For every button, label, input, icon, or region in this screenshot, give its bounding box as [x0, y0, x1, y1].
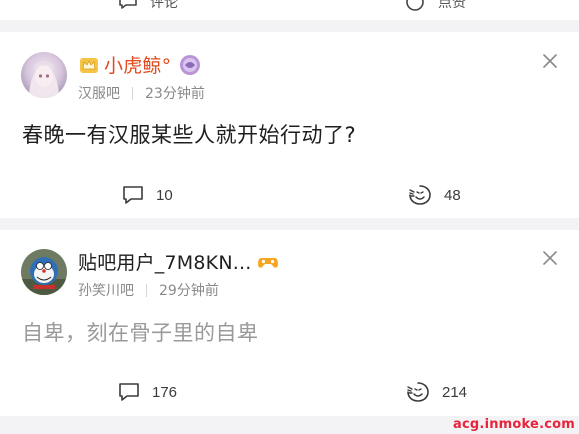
close-icon[interactable]	[543, 251, 557, 265]
post-time: 23分钟前	[145, 86, 205, 102]
comment-button[interactable]: 评论	[118, 0, 178, 12]
gamepad-icon	[258, 257, 279, 268]
comment-icon	[123, 186, 143, 204]
divider	[132, 86, 133, 100]
comment-icon	[119, 383, 139, 401]
avatar[interactable]	[21, 249, 67, 295]
post-card[interactable]: 贴吧用户_7M8KN... 孙笑川吧 29分钟前 自卑，刻在骨子里的自卑 176…	[0, 230, 579, 416]
forum-name[interactable]: 孙笑川吧	[78, 280, 134, 300]
crown-icon	[80, 57, 98, 73]
avatar[interactable]	[21, 52, 67, 98]
close-icon[interactable]	[543, 54, 557, 68]
like-label: 点赞	[438, 0, 466, 10]
like-button[interactable]: 48	[408, 184, 461, 206]
comment-count: 176	[152, 383, 178, 401]
post-content[interactable]: 自卑，刻在骨子里的自卑	[22, 317, 259, 347]
comment-button[interactable]: 176	[118, 382, 177, 402]
comment-icon	[119, 0, 137, 9]
forum-name[interactable]: 汉服吧	[78, 83, 120, 103]
post-meta: 汉服吧 23分钟前	[78, 83, 205, 103]
like-face-icon	[406, 0, 424, 11]
like-count: 48	[444, 186, 461, 204]
like-button[interactable]: 214	[406, 381, 467, 403]
post-time: 29分钟前	[159, 283, 219, 299]
user-name-row: 小虎鲸°	[78, 51, 201, 78]
like-button[interactable]: 点赞	[404, 0, 466, 12]
member-badge-icon	[180, 54, 201, 75]
comment-count: 10	[156, 186, 173, 204]
post-content[interactable]: 春晚一有汉服某些人就开始行动了?	[22, 119, 356, 149]
previous-post-footer: 评论 点赞	[0, 0, 579, 20]
post-meta: 孙笑川吧 29分钟前	[78, 280, 219, 300]
comment-button[interactable]: 10	[122, 185, 173, 205]
post-card[interactable]: 小虎鲸° 汉服吧 23分钟前 春晚一有汉服某些人就开始行动了? 10 48	[0, 32, 579, 218]
comment-label: 评论	[150, 0, 178, 10]
like-face-icon	[407, 382, 429, 402]
divider	[146, 283, 147, 297]
watermark: acg.inmoke.com	[453, 417, 575, 432]
like-count: 214	[442, 383, 468, 401]
like-face-icon	[409, 185, 431, 205]
user-name-row: 贴吧用户_7M8KN...	[78, 248, 279, 275]
username[interactable]: 小虎鲸°	[104, 51, 171, 78]
username[interactable]: 贴吧用户_7M8KN...	[78, 248, 251, 275]
